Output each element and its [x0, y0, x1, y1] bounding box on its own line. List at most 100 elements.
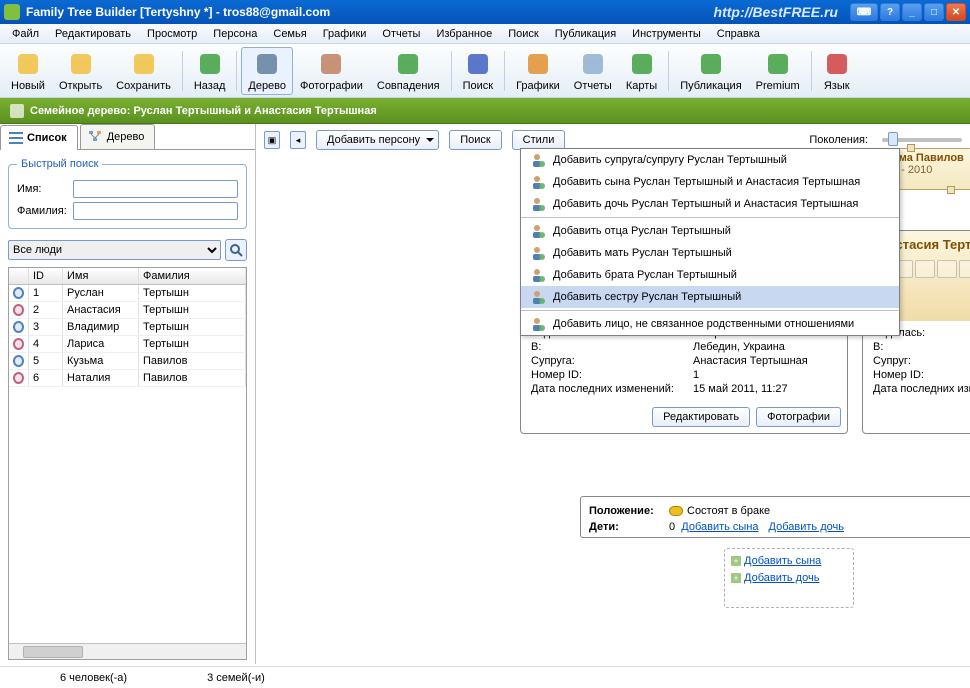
новый-icon: [14, 50, 42, 78]
children-label: Дети:: [589, 521, 669, 533]
add-person-button[interactable]: Добавить персону: [316, 130, 439, 150]
chevron-down-icon: [426, 138, 434, 146]
menu-Семья[interactable]: Семья: [265, 26, 314, 42]
tool-Дерево[interactable]: Дерево: [241, 47, 293, 95]
sidebar-tabs: Список Дерево: [0, 124, 255, 150]
tab-tree[interactable]: Дерево: [80, 124, 156, 149]
menu-Просмотр[interactable]: Просмотр: [139, 26, 205, 42]
add-son-link[interactable]: Добавить сына: [681, 521, 758, 533]
photos-button[interactable]: Фотографии: [756, 407, 841, 427]
публикация-icon: [697, 50, 725, 78]
menu-item[interactable]: Добавить супруга/супругу Руслан Тертышны…: [521, 149, 899, 171]
people-grid: ID Имя Фамилия 1РусланТертышн2АнастасияТ…: [8, 267, 247, 660]
people-filter-select[interactable]: Все люди: [8, 240, 221, 260]
person-icon: [529, 152, 545, 168]
surname-input[interactable]: [73, 202, 238, 220]
panel-tool-2[interactable]: [915, 260, 935, 278]
menu-Отчеты[interactable]: Отчеты: [374, 26, 428, 42]
premium-icon: [764, 50, 792, 78]
menu-Поиск[interactable]: Поиск: [500, 26, 546, 42]
sidebar: Список Дерево Быстрый поиск Имя: Фамилия…: [0, 124, 256, 664]
grid-scrollbar[interactable]: [9, 643, 246, 659]
table-row[interactable]: 1РусланТертышн: [9, 285, 246, 302]
menu-item[interactable]: Добавить сына Руслан Тертышный и Анастас…: [521, 171, 899, 193]
tool-Поиск[interactable]: Поиск: [456, 47, 500, 95]
menu-Избранное[interactable]: Избранное: [428, 26, 500, 42]
styles-button[interactable]: Стили: [512, 130, 566, 150]
keyboard-icon[interactable]: ⌨: [850, 3, 878, 21]
menu-item[interactable]: Добавить лицо, не связанное родственными…: [521, 313, 899, 335]
panel-tool-3[interactable]: [937, 260, 957, 278]
col-id[interactable]: ID: [29, 268, 63, 284]
name-label: Имя:: [17, 183, 73, 195]
tool-Графики[interactable]: Графики: [509, 47, 567, 95]
app-icon: [4, 4, 20, 20]
фотографии-icon: [317, 50, 345, 78]
table-row[interactable]: 2АнастасияТертышн: [9, 302, 246, 319]
page-header: Семейное дерево: Руслан Тертышный и Анас…: [0, 98, 970, 124]
child-placeholder: +Добавить сына +Добавить дочь: [724, 548, 854, 608]
menu-item[interactable]: Добавить дочь Руслан Тертышный и Анастас…: [521, 193, 899, 215]
table-row[interactable]: 4ЛарисаТертышн: [9, 336, 246, 353]
edit-person-button[interactable]: Редактировать: [652, 407, 750, 427]
table-row[interactable]: 6НаталияПавилов: [9, 370, 246, 387]
menubar: ФайлРедактироватьПросмотрПерсонаСемьяГра…: [0, 24, 970, 44]
col-first[interactable]: Имя: [63, 268, 139, 284]
tool-Фотографии[interactable]: Фотографии: [293, 47, 370, 95]
menu-Справка[interactable]: Справка: [709, 26, 768, 42]
name-input[interactable]: [73, 180, 238, 198]
close-button[interactable]: ✕: [946, 3, 966, 21]
назад-icon: [196, 50, 224, 78]
поиск-icon: [464, 50, 492, 78]
maximize-button[interactable]: □: [924, 3, 944, 21]
titlebar: Family Tree Builder [Tertyshny *] - tros…: [0, 0, 970, 24]
tool-Назад[interactable]: Назад: [187, 47, 233, 95]
menu-Графики[interactable]: Графики: [315, 26, 375, 42]
menu-Публикация[interactable]: Публикация: [547, 26, 624, 42]
menu-Редактировать[interactable]: Редактировать: [47, 26, 139, 42]
search-main-button[interactable]: Поиск: [449, 130, 501, 150]
quick-search-legend: Быстрый поиск: [17, 158, 102, 170]
сохранить-icon: [130, 50, 158, 78]
person-icon: [529, 196, 545, 212]
table-row[interactable]: 3ВладимирТертышн: [9, 319, 246, 336]
add-daughter-box-link[interactable]: +Добавить дочь: [731, 570, 847, 587]
search-button[interactable]: [225, 239, 247, 261]
tool-Открыть[interactable]: Открыть: [52, 47, 109, 95]
add-daughter-link[interactable]: Добавить дочь: [769, 521, 844, 533]
menu-item[interactable]: Добавить брата Руслан Тертышный: [521, 264, 899, 286]
add-son-box-link[interactable]: +Добавить сына: [731, 553, 847, 570]
help-button[interactable]: ?: [880, 3, 900, 21]
relationship-panel: Положение: Состоят в браке Редактировать…: [580, 496, 970, 538]
menu-Инструменты[interactable]: Инструменты: [624, 26, 709, 42]
table-row[interactable]: 5КузьмаПавилов: [9, 353, 246, 370]
tool-Публикация[interactable]: Публикация: [673, 47, 748, 95]
menu-item[interactable]: Добавить мать Руслан Тертышный: [521, 242, 899, 264]
watermark-url: http://BestFREE.ru: [714, 4, 838, 20]
tool-Сохранить[interactable]: Сохранить: [109, 47, 178, 95]
menu-item[interactable]: Добавить отца Руслан Тертышный: [521, 220, 899, 242]
back-mini-button[interactable]: ◂: [290, 131, 306, 149]
person-icon: [529, 289, 545, 305]
tool-Отчеты[interactable]: Отчеты: [567, 47, 619, 95]
col-last[interactable]: Фамилия: [139, 268, 246, 284]
minimize-button[interactable]: _: [902, 3, 922, 21]
position-label: Положение:: [589, 505, 669, 517]
collapse-button[interactable]: ▣: [264, 131, 280, 149]
surname-label: Фамилия:: [17, 205, 73, 217]
tool-Новый[interactable]: Новый: [4, 47, 52, 95]
panel-tool-4[interactable]: [959, 260, 970, 278]
tool-Карты[interactable]: Карты: [619, 47, 664, 95]
tab-list[interactable]: Список: [0, 125, 78, 150]
tool-Совпадения[interactable]: Совпадения: [370, 47, 447, 95]
quick-search: Быстрый поиск Имя: Фамилия:: [8, 158, 247, 229]
person-icon: [529, 245, 545, 261]
menu-Файл[interactable]: Файл: [4, 26, 47, 42]
menu-Персона[interactable]: Персона: [205, 26, 265, 42]
tool-Язык[interactable]: Язык: [816, 47, 858, 95]
generations-slider[interactable]: [882, 138, 962, 142]
tool-Premium[interactable]: Premium: [749, 47, 807, 95]
menu-item[interactable]: Добавить сестру Руслан Тертышный: [521, 286, 899, 308]
window-title: Family Tree Builder [Tertyshny *] - tros…: [26, 5, 714, 19]
person-icon: [529, 316, 545, 332]
